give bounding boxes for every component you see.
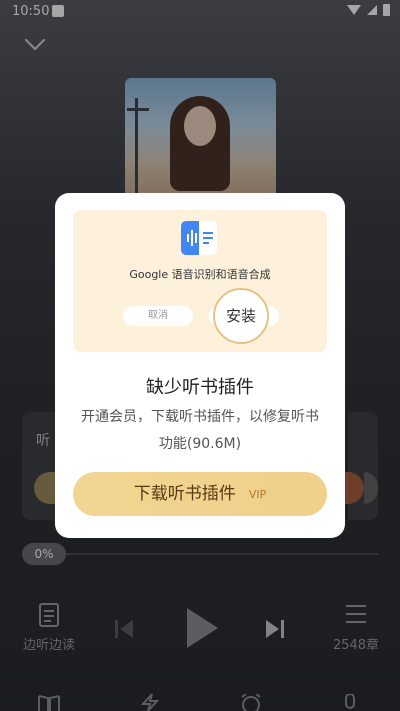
illustration-install-button: 安装 <box>213 288 269 344</box>
plugin-illustration: Google 语音识别和语音合成 取消 安装 <box>73 210 327 352</box>
missing-plugin-dialog: Google 语音识别和语音合成 取消 安装 缺少听书插件 开通会员，下载听书插… <box>55 193 345 538</box>
plugin-app-name: Google 语音识别和语音合成 <box>129 268 271 281</box>
dialog-title: 缺少听书插件 <box>146 377 254 398</box>
download-plugin-button[interactable]: 下载听书插件 VIP <box>73 472 327 516</box>
dialog-description: 开通会员，下载听书插件，以修复听书功能(90.6M) <box>81 409 319 452</box>
vip-tag: VIP <box>248 487 267 501</box>
google-voice-app-icon <box>181 221 217 255</box>
download-plugin-label: 下载听书插件 <box>133 484 236 504</box>
illustration-cancel-button: 取消 <box>123 306 193 326</box>
